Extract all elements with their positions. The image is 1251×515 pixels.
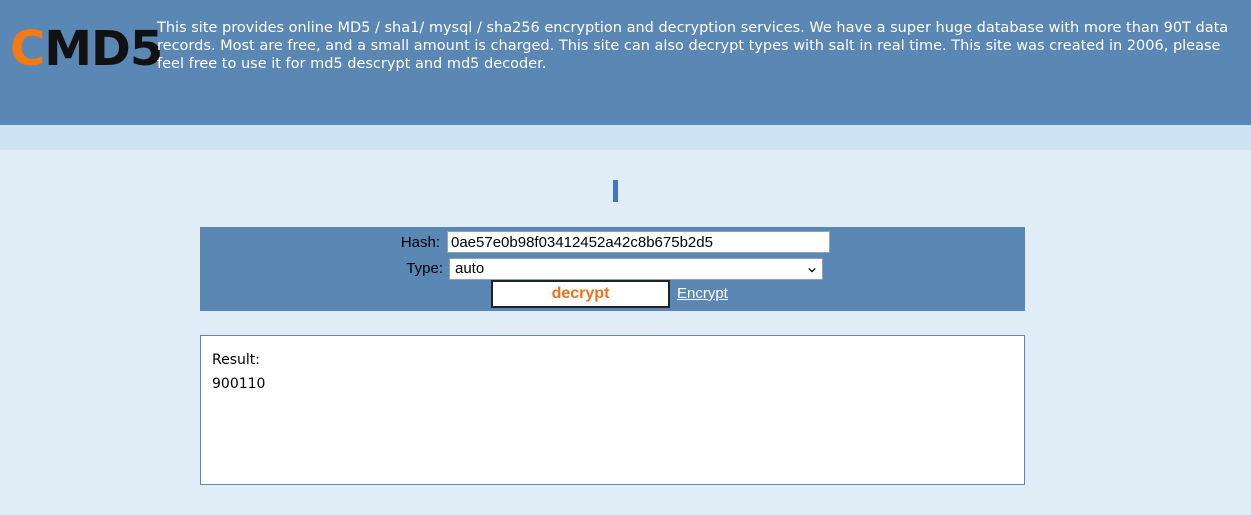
type-select-value: auto (455, 260, 485, 277)
result-box: Result: 900110 (200, 335, 1025, 485)
header-sub-bar (0, 125, 1251, 150)
hash-input[interactable]: 0ae57e0b98f03412452a42c8b675b2d5 (447, 231, 830, 253)
site-header: CMD5 This site provides online MD5 / sha… (0, 0, 1251, 125)
result-value: 900110 (212, 376, 266, 392)
chevron-down-icon (808, 267, 816, 273)
type-select[interactable]: auto (449, 258, 823, 280)
hash-label: Hash: (400, 234, 440, 251)
site-intro-text: This site provides online MD5 / sha1/ my… (157, 20, 1229, 72)
logo-letter-c: C (10, 21, 45, 77)
text-cursor-mark (613, 180, 618, 202)
cmd5-logo[interactable]: CMD5 (10, 21, 163, 77)
decrypt-form-panel: Hash: 0ae57e0b98f03412452a42c8b675b2d5 T… (200, 227, 1025, 311)
type-label: Type: (406, 260, 443, 277)
decrypt-button[interactable]: decrypt (491, 280, 670, 308)
result-label: Result: (212, 352, 260, 368)
logo-letters-md5: MD5 (44, 21, 163, 77)
encrypt-link[interactable]: Encrypt (677, 285, 728, 302)
